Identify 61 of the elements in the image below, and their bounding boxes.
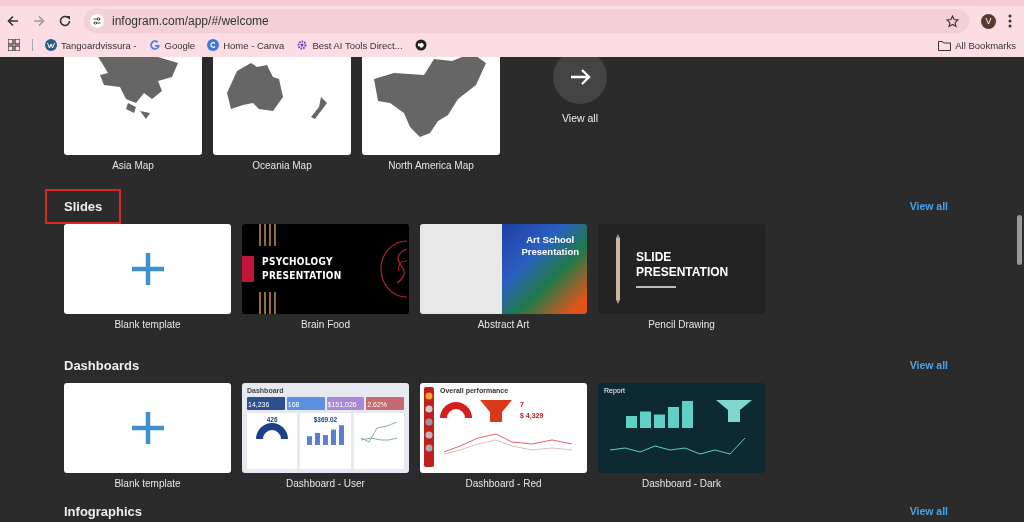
slide-title: PSYCHOLOGY PRESENTATION bbox=[262, 255, 342, 283]
bar-chart-drawing bbox=[624, 398, 694, 428]
slide-title: SLIDE PRESENTATION bbox=[636, 250, 729, 280]
template-name: Blank template bbox=[114, 319, 181, 330]
bookmark-item[interactable]: Best AI Tools Direct... bbox=[296, 39, 403, 51]
all-bookmarks-button[interactable]: All Bookmarks bbox=[938, 39, 1016, 51]
template-name: Asia Map bbox=[112, 160, 154, 171]
more-icon[interactable] bbox=[1008, 14, 1012, 28]
section-title: Dashboards bbox=[64, 357, 140, 373]
view-all-link[interactable]: View all bbox=[562, 112, 598, 124]
bookmark-item[interactable]: Tangoardvissura - bbox=[45, 39, 137, 51]
bar-chart-drawing bbox=[305, 423, 346, 445]
site-settings-icon[interactable] bbox=[90, 14, 104, 28]
accent-bar bbox=[242, 256, 254, 282]
canva-logo-icon bbox=[207, 39, 220, 51]
google-logo-icon bbox=[148, 39, 161, 51]
slide-title: Art School Presentation bbox=[521, 234, 579, 260]
plus-icon bbox=[129, 410, 166, 446]
view-all-link[interactable]: View all bbox=[909, 359, 948, 371]
arrow-button-icon[interactable] bbox=[553, 57, 607, 104]
template-name: Oceania Map bbox=[252, 160, 312, 171]
star-icon[interactable] bbox=[946, 14, 959, 28]
view-all-link[interactable]: View all bbox=[909, 505, 948, 517]
url-text: infogram.com/app/#/welcome bbox=[112, 14, 269, 28]
back-icon[interactable] bbox=[6, 14, 20, 28]
highlighted-section-title: Slides bbox=[47, 190, 120, 222]
brain-drawing bbox=[379, 239, 409, 299]
plus-icon bbox=[129, 251, 166, 287]
wordpress-logo-icon bbox=[45, 39, 57, 51]
template-preview[interactable]: SLIDE PRESENTATION bbox=[598, 224, 765, 314]
template-name: Blank template bbox=[114, 478, 181, 489]
folder-icon bbox=[938, 39, 952, 51]
template-name: North America Map bbox=[388, 160, 474, 171]
template-preview[interactable]: PSYCHOLOGY PRESENTATION bbox=[242, 224, 409, 314]
template-preview[interactable]: Art School Presentation bbox=[420, 224, 587, 314]
globe-icon bbox=[414, 39, 427, 51]
template-card[interactable] bbox=[362, 57, 500, 155]
template-name: Brain Food bbox=[301, 319, 350, 330]
bookmark-item[interactable] bbox=[414, 39, 427, 51]
gear-icon bbox=[296, 39, 309, 51]
template-name: Pencil Drawing bbox=[648, 319, 715, 330]
template-name: Dashboard - User bbox=[286, 478, 365, 489]
scrollbar-thumb[interactable] bbox=[1017, 215, 1022, 265]
bookmark-item[interactable]: Home - Canva bbox=[207, 39, 285, 51]
template-name: Dashboard - Red bbox=[465, 478, 542, 489]
gauge-drawing bbox=[440, 402, 472, 418]
template-name: Abstract Art bbox=[477, 319, 530, 330]
bookmark-item[interactable]: Google bbox=[148, 39, 196, 51]
template-card[interactable] bbox=[64, 57, 202, 155]
address-bar[interactable]: infogram.com/app/#/welcome bbox=[84, 9, 969, 33]
pencil-drawing bbox=[614, 234, 622, 304]
profile-avatar[interactable]: V bbox=[981, 13, 996, 29]
title-underline bbox=[636, 286, 676, 288]
reload-icon[interactable] bbox=[58, 14, 72, 28]
template-name: Dashboard - Dark bbox=[642, 478, 721, 489]
template-card[interactable] bbox=[213, 57, 351, 155]
view-all-link[interactable]: View all bbox=[909, 200, 948, 212]
funnel-drawing bbox=[714, 398, 754, 424]
gauge-drawing bbox=[256, 423, 289, 439]
section-title: Infographics bbox=[64, 503, 142, 519]
apps-icon[interactable] bbox=[8, 39, 20, 51]
